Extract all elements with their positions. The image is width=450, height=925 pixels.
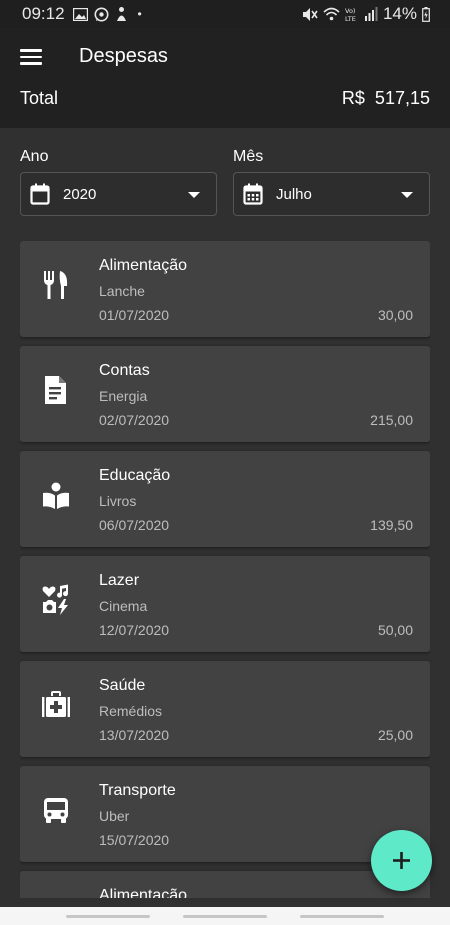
month-label: Mês — [233, 148, 264, 165]
book-reader-icon — [43, 482, 69, 509]
add-expense-button[interactable] — [371, 830, 432, 891]
more-notifications-dot: • — [137, 7, 142, 21]
wifi-icon — [323, 7, 340, 21]
battery-charging-icon — [422, 6, 430, 22]
expense-card[interactable]: Alimentação — [20, 871, 430, 898]
plus-icon — [393, 852, 410, 869]
total-value: R$ 517,15 — [341, 88, 430, 108]
leisure-icon — [42, 584, 69, 615]
month-value: Julho — [276, 185, 312, 203]
expense-category: Educação — [99, 467, 171, 484]
nav-recent-apps-button[interactable] — [66, 915, 150, 918]
expense-card[interactable]: Contas Energia 02/07/2020 215,00 — [20, 346, 430, 442]
expense-card[interactable]: Saúde Remédios 13/07/2020 25,00 — [20, 661, 430, 757]
expense-amount: 50,00 — [377, 622, 413, 638]
gallery-notification-icon — [72, 7, 88, 21]
expense-card[interactable]: Educação Livros 06/07/2020 139,50 — [20, 451, 430, 547]
expense-amount: 30,00 — [377, 307, 413, 323]
expense-card[interactable]: Transporte Uber 15/07/2020 — [20, 766, 430, 862]
expense-date: 12/07/2020 — [99, 622, 170, 638]
month-select[interactable]: Julho — [233, 172, 430, 216]
year-dropdown-arrow-icon — [188, 192, 200, 198]
expense-category: Contas — [99, 362, 150, 379]
expense-description: Energia — [99, 388, 148, 404]
expense-category: Saúde — [99, 677, 146, 694]
expense-card[interactable]: Lazer Cinema 12/07/2020 50,00 — [20, 556, 430, 652]
expense-date: 15/07/2020 — [99, 832, 170, 848]
expense-category: Lazer — [99, 572, 140, 589]
expense-description: Lanche — [99, 283, 145, 299]
expense-category: Alimentação — [99, 257, 188, 274]
expense-amount: 25,00 — [377, 727, 413, 743]
month-dropdown-arrow-icon — [401, 192, 413, 198]
total-label: Total — [20, 88, 59, 108]
expense-description: Remédios — [99, 703, 163, 719]
expense-description: Cinema — [99, 598, 148, 614]
expense-date: 01/07/2020 — [99, 307, 170, 323]
calendar-month-icon — [243, 183, 263, 205]
status-bar: 09:12 • Vo) LTE 14% — [0, 0, 450, 28]
nav-home-button[interactable] — [183, 915, 267, 918]
app-bar: Despesas Total R$ 517,15 — [0, 28, 450, 128]
whatsapp-notification-icon — [94, 7, 109, 21]
year-select[interactable]: 2020 — [20, 172, 217, 216]
expense-date: 06/07/2020 — [99, 517, 170, 533]
status-time: 09:12 — [22, 4, 65, 23]
bus-icon — [44, 798, 68, 823]
app-notification-icon — [116, 7, 126, 21]
expense-category: Alimentação — [99, 887, 188, 898]
expense-description: Uber — [99, 808, 130, 824]
expense-amount: 139,50 — [370, 517, 413, 533]
menu-icon[interactable] — [20, 49, 42, 65]
expense-amount: 215,00 — [370, 412, 413, 428]
medical-kit-icon — [42, 691, 70, 717]
calendar-icon — [30, 183, 50, 205]
expense-card[interactable]: Alimentação Lanche 01/07/2020 30,00 — [20, 241, 430, 337]
nav-back-button[interactable] — [300, 915, 384, 918]
expense-description: Livros — [99, 493, 137, 509]
expense-date: 13/07/2020 — [99, 727, 170, 743]
year-label: Ano — [20, 148, 49, 165]
restaurant-icon — [44, 271, 68, 299]
expense-list: Alimentação Lanche 01/07/2020 30,00 Cont… — [20, 241, 430, 898]
svg-text:Vo): Vo) — [345, 7, 355, 15]
mute-icon — [302, 7, 318, 21]
signal-icon — [364, 7, 378, 21]
battery-percent: 14% — [382, 4, 417, 23]
system-navigation-bar — [0, 907, 450, 925]
svg-text:LTE: LTE — [345, 15, 356, 22]
expense-date: 02/07/2020 — [99, 412, 170, 428]
volte-icon: Vo)LTE — [345, 7, 356, 22]
page-title: Despesas — [79, 45, 168, 67]
year-value: 2020 — [63, 185, 97, 203]
receipt-icon — [45, 376, 66, 404]
expense-category: Transporte — [99, 782, 176, 799]
